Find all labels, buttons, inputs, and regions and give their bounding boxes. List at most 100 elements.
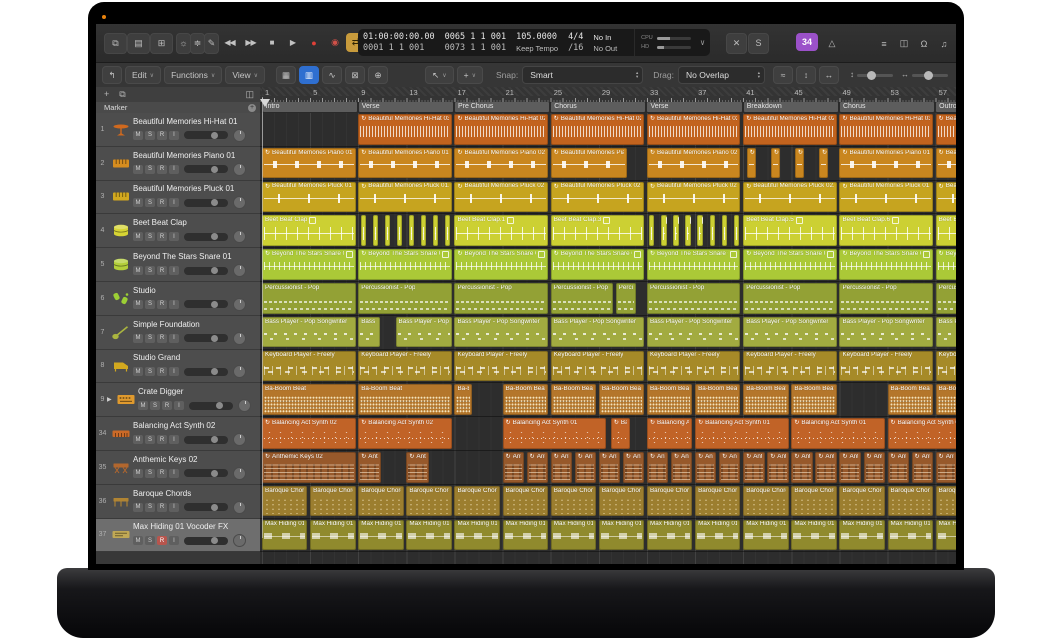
edit-menu[interactable]: Edit∨ [125, 66, 161, 84]
region[interactable]: Bass Player - Pop Songwriter [839, 317, 933, 348]
track-header-options-button[interactable]: ◫ [245, 90, 254, 99]
solo-icon[interactable]: S [748, 33, 769, 54]
region[interactable]: Percussionist - Pop [616, 283, 636, 314]
region[interactable]: Ba-Boom Beat [551, 384, 596, 415]
region[interactable]: Baroque Chords [743, 486, 788, 517]
region[interactable]: ↻Beyond The Stars Snare 02.2 [647, 249, 741, 280]
input-monitor-button[interactable]: I [169, 266, 179, 275]
region[interactable]: Beet Beat Clap.1 [454, 215, 548, 246]
disclosure-icon[interactable]: ▶ [107, 396, 114, 403]
region[interactable]: Bass Player - Pop Songwriter [936, 317, 956, 348]
volume-slider[interactable] [184, 300, 228, 308]
region[interactable]: ↻Beautiful Memories Piano 01.2 [795, 148, 804, 179]
quick-help-icon[interactable]: ☼ [176, 33, 191, 54]
input-monitor-button[interactable]: I [169, 503, 179, 512]
lcd-options-chevron-icon[interactable]: ∨ [695, 29, 710, 56]
volume-slider[interactable] [184, 233, 228, 241]
pan-knob[interactable] [233, 298, 246, 311]
region[interactable]: ↻Anthemic Keys 02 [839, 452, 860, 483]
region[interactable]: Max Hiding 01 Vocoder FX [936, 520, 956, 551]
region[interactable]: ↻Balancing Act Synth 01 [791, 418, 885, 449]
vertical-auto-zoom-icon[interactable]: ↕ [796, 66, 816, 84]
region[interactable]: ↻Beautiful Memories Hi-Hat 02 [454, 114, 548, 145]
input-monitor-button[interactable]: I [169, 367, 179, 376]
region[interactable]: ↻Anthemic Keys 02 [551, 452, 572, 483]
region[interactable]: ↻Anthemic Keys 02 [599, 452, 620, 483]
horizontal-auto-zoom-icon[interactable]: ↔ [819, 66, 839, 84]
region[interactable]: Max Hiding 01 Vocoder FX [310, 520, 355, 551]
region[interactable]: Baroque Chords [406, 486, 451, 517]
region[interactable]: ↻Beyond The Stars Snare 01 [262, 249, 356, 280]
region[interactable]: Baroque Chords [262, 486, 307, 517]
toggle-smart-controls-icon[interactable]: ⊞ [150, 33, 173, 54]
region[interactable]: ↻Beautiful Memories Pluck 01.1 [358, 182, 452, 213]
record-enable-button[interactable]: R [157, 198, 167, 207]
region[interactable]: Baroque Chords [310, 486, 355, 517]
region[interactable]: ↻Anthemic Keys 02 [719, 452, 740, 483]
region[interactable]: ↻Beautiful Memories Piano 02.2 [647, 148, 741, 179]
region[interactable]: ↻Anthemic Keys 02 [527, 452, 548, 483]
catch-playhead-icon[interactable]: ⊕ [368, 66, 388, 84]
region[interactable]: ↻Anthemic Keys 02 [936, 452, 956, 483]
section-marker[interactable]: Intro [263, 102, 357, 112]
region[interactable]: Keyboard Player - Freely [551, 351, 645, 382]
volume-slider[interactable] [184, 368, 228, 376]
solo-button[interactable]: S [145, 469, 155, 478]
region[interactable]: Beet Beat Clap [697, 215, 702, 246]
pan-knob[interactable] [233, 163, 246, 176]
editors-pencil-icon[interactable]: ✎ [204, 33, 219, 54]
region[interactable]: ↻Beyond The Stars Snare 02.1 [551, 249, 645, 280]
volume-slider[interactable] [184, 131, 228, 139]
region[interactable]: ↻Beautiful Memories Piano 01 [262, 148, 356, 179]
region[interactable]: Beet Beat Clap.3 [551, 215, 645, 246]
track-header[interactable]: 2Beautiful Memories Piano 01MSRI [96, 147, 260, 181]
region[interactable]: ↻Anthemic Keys 02 [864, 452, 885, 483]
input-monitor-button[interactable]: I [169, 232, 179, 241]
region[interactable]: Keyboard Player - Freely [936, 351, 956, 382]
region[interactable]: ↻Anthemic Keys 02 [888, 452, 909, 483]
record-enable-button[interactable]: R [157, 367, 167, 376]
region[interactable]: Max Hiding 01 Vocoder FX [406, 520, 451, 551]
region[interactable]: Beet Beat Clap [433, 215, 438, 246]
region[interactable]: Beet Beat Clap [649, 215, 654, 246]
region[interactable]: Bass Player - Pop Songwriter [358, 317, 379, 348]
input-monitor-button[interactable]: I [169, 131, 179, 140]
region[interactable]: Keyboard Player - Freely [647, 351, 741, 382]
section-marker[interactable]: Pre Chorus [455, 102, 549, 112]
snap-dropdown[interactable]: Smart▴▾ [522, 66, 643, 84]
region[interactable]: ↻Beautiful Memories Hi-Hat 02.1 [551, 114, 645, 145]
add-track-button[interactable]: + [104, 90, 109, 99]
rewind-icon[interactable]: ◀◀ [220, 33, 239, 52]
mute-button[interactable]: M [133, 232, 143, 241]
region[interactable]: ↻Beautiful Memories Piano 01.1 [358, 148, 452, 179]
command-click-tool-menu[interactable]: +∨ [457, 66, 483, 84]
mixer-icon[interactable]: ≑ [190, 33, 205, 54]
region[interactable]: Max Hiding 01 Vocoder FX [454, 520, 499, 551]
region[interactable]: Keyboard Player - Freely [358, 351, 452, 382]
region[interactable]: Beet Beat Clap [661, 215, 666, 246]
toggle-library-icon[interactable]: ⧉ [104, 33, 127, 54]
master-level-icon[interactable]: △ [822, 33, 842, 54]
volume-slider[interactable] [184, 469, 228, 477]
region[interactable]: Keyboard Player - Freely [454, 351, 548, 382]
region[interactable]: ↻Anthemic Keys 02 [743, 452, 764, 483]
volume-slider[interactable] [184, 334, 228, 342]
region[interactable]: Max Hiding 01 Vocoder FX [503, 520, 548, 551]
region[interactable]: Baroque Chords [358, 486, 403, 517]
region[interactable]: Ba-Boom Beat [743, 384, 788, 415]
track-header[interactable]: 5Beyond The Stars Snare 01MSRI [96, 248, 260, 282]
region[interactable]: Bass Player - Pop Songwriter [396, 317, 452, 348]
input-monitor-button[interactable]: I [169, 300, 179, 309]
region[interactable]: ↻Beautiful Memories Hi-Hat 02.2 [647, 114, 741, 145]
toggle-inspector-icon[interactable]: ▤ [127, 33, 150, 54]
region[interactable]: Ba-Boom Beat [454, 384, 472, 415]
pan-knob[interactable] [233, 433, 246, 446]
waveform-zoom-icon[interactable]: ≈ [773, 66, 793, 84]
pan-knob[interactable] [238, 399, 251, 412]
region[interactable]: ↻Beautiful Memories Piano 02 [551, 148, 628, 179]
region[interactable]: Beet Beat Clap [722, 215, 727, 246]
region[interactable]: ↻Anthemic Keys 02 [815, 452, 836, 483]
volume-slider[interactable] [184, 537, 228, 545]
region[interactable]: Beet Beat Clap.5 [743, 215, 837, 246]
region[interactable]: Beet Beat Clap [373, 215, 378, 246]
